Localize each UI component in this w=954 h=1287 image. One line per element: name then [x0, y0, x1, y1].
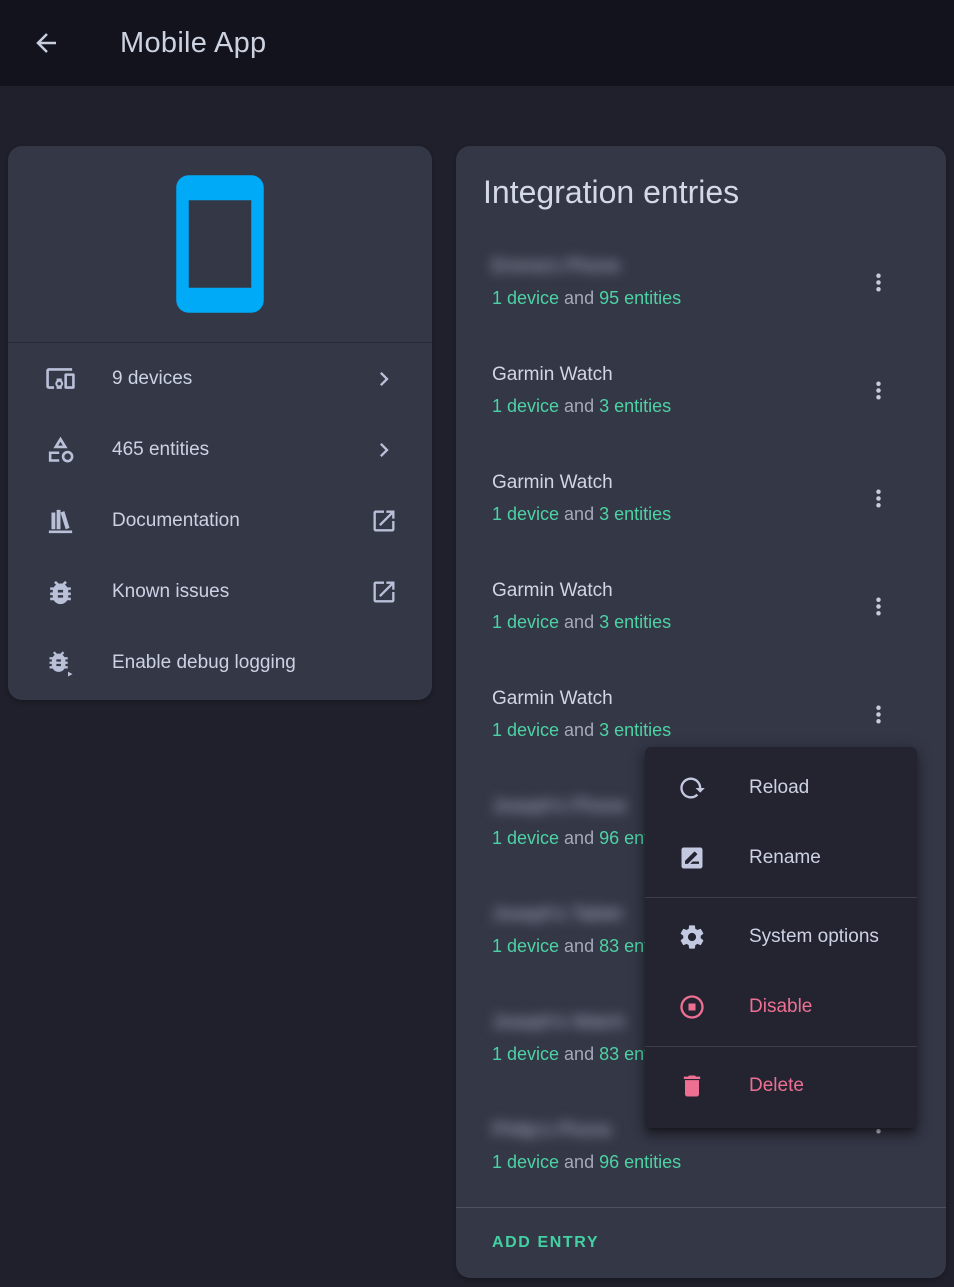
- entry-subtitle-separator: and: [559, 720, 599, 740]
- entry-name: Joseph's Tablet: [492, 902, 622, 928]
- entry-entities-link[interactable]: 96 entities: [599, 1152, 681, 1172]
- entry-subtitle-separator: and: [559, 828, 599, 848]
- entry-devices-link[interactable]: 1 device: [492, 396, 559, 416]
- entry-subtitle-separator: and: [559, 396, 599, 416]
- menu-item-reload[interactable]: Reload: [645, 753, 917, 823]
- info-row-known-issues[interactable]: Known issues: [8, 557, 432, 628]
- menu-item-system-options[interactable]: System options: [645, 902, 917, 972]
- bug-icon: [45, 577, 76, 608]
- menu-item-label: Reload: [749, 777, 809, 799]
- entry-subtitle-separator: and: [559, 504, 599, 524]
- entry-menu-button[interactable]: [858, 586, 898, 626]
- entry-row[interactable]: Emma's Phone 1 device and 95 entities: [456, 228, 946, 336]
- debug-logging-label: Enable debug logging: [112, 652, 398, 674]
- open-in-new-icon: [370, 578, 398, 606]
- entry-menu-button[interactable]: [858, 694, 898, 734]
- entry-entities-link[interactable]: 95 entities: [599, 288, 681, 308]
- menu-item-disable[interactable]: Disable: [645, 972, 917, 1042]
- menu-item-label: Disable: [749, 996, 812, 1018]
- entry-entities-link[interactable]: 3 entities: [599, 720, 671, 740]
- chevron-right-icon: [370, 365, 398, 393]
- shapes-icon: [45, 434, 76, 465]
- delete-icon: [678, 1072, 706, 1100]
- info-row-documentation[interactable]: Documentation: [8, 485, 432, 556]
- entry-name: Emma's Phone: [492, 254, 620, 280]
- info-row-entities[interactable]: 465 entities: [8, 414, 432, 485]
- entry-devices-link[interactable]: 1 device: [492, 288, 559, 308]
- menu-divider: [645, 1046, 917, 1047]
- dots-vertical-icon: [865, 377, 892, 404]
- info-row-devices[interactable]: 9 devices: [8, 343, 432, 414]
- bug-play-icon: [45, 648, 76, 679]
- menu-item-rename[interactable]: Rename: [645, 823, 917, 893]
- info-row-debug-logging[interactable]: Enable debug logging: [8, 628, 432, 699]
- entry-row[interactable]: Garmin Watch 1 device and 3 entities: [456, 336, 946, 444]
- entry-entities-link[interactable]: 3 entities: [599, 504, 671, 524]
- entry-devices-link[interactable]: 1 device: [492, 1044, 559, 1064]
- reload-icon: [678, 774, 706, 802]
- entry-subtitle-separator: and: [559, 1152, 599, 1172]
- cellphone-icon: [145, 169, 295, 319]
- devices-count-label: 9 devices: [112, 368, 370, 390]
- entry-entities-link[interactable]: 3 entities: [599, 396, 671, 416]
- entry-name: Philip's Phone: [492, 1118, 612, 1144]
- stop-circle-icon: [678, 993, 706, 1021]
- info-rows: 9 devices 465 entities Documentation: [8, 343, 432, 699]
- dots-vertical-icon: [865, 593, 892, 620]
- entry-devices-link[interactable]: 1 device: [492, 612, 559, 632]
- app-header: Mobile App: [0, 0, 954, 86]
- rename-box-icon: [678, 844, 706, 872]
- menu-divider: [645, 897, 917, 898]
- dots-vertical-icon: [865, 701, 892, 728]
- entry-devices-link[interactable]: 1 device: [492, 828, 559, 848]
- integration-hero: [8, 146, 432, 343]
- entry-name: Joseph's Phone: [492, 794, 627, 820]
- entry-subtitle-separator: and: [559, 288, 599, 308]
- entry-context-menu: Reload Rename System options Disable Del…: [645, 747, 917, 1128]
- menu-item-label: Rename: [749, 847, 821, 869]
- entry-menu-button[interactable]: [858, 262, 898, 302]
- menu-item-label: System options: [749, 926, 879, 948]
- entry-row[interactable]: Garmin Watch 1 device and 3 entities: [456, 444, 946, 552]
- entities-count-label: 465 entities: [112, 439, 370, 461]
- entry-subtitle-separator: and: [559, 1044, 599, 1064]
- entry-menu-button[interactable]: [858, 478, 898, 518]
- arrow-left-icon: [31, 28, 61, 58]
- menu-item-label: Delete: [749, 1075, 804, 1097]
- known-issues-label: Known issues: [112, 581, 370, 603]
- entry-devices-link[interactable]: 1 device: [492, 936, 559, 956]
- entry-entities-link[interactable]: 3 entities: [599, 612, 671, 632]
- page-title: Mobile App: [120, 27, 267, 60]
- entries-card-title: Integration entries: [456, 146, 946, 228]
- cog-icon: [678, 923, 706, 951]
- entry-devices-link[interactable]: 1 device: [492, 1152, 559, 1172]
- entry-subtitle-separator: and: [559, 612, 599, 632]
- integration-info-card: 9 devices 465 entities Documentation: [8, 146, 432, 700]
- menu-item-delete[interactable]: Delete: [645, 1051, 917, 1121]
- bookshelf-icon: [45, 506, 76, 537]
- add-entry-button[interactable]: ADD ENTRY: [492, 1226, 599, 1260]
- dots-vertical-icon: [865, 485, 892, 512]
- documentation-label: Documentation: [112, 510, 370, 532]
- entry-subtitle-separator: and: [559, 936, 599, 956]
- entry-devices-link[interactable]: 1 device: [492, 504, 559, 524]
- add-entry-row: ADD ENTRY: [456, 1207, 946, 1278]
- chevron-right-icon: [370, 436, 398, 464]
- entry-row[interactable]: Garmin Watch 1 device and 3 entities: [456, 552, 946, 660]
- entry-devices-link[interactable]: 1 device: [492, 720, 559, 740]
- devices-icon: [45, 363, 76, 394]
- back-button[interactable]: [22, 19, 70, 67]
- entry-name: Joseph's Watch: [492, 1010, 625, 1036]
- dots-vertical-icon: [865, 269, 892, 296]
- entry-subtitle: 1 device and 96 entities: [492, 1150, 946, 1174]
- entry-menu-button[interactable]: [858, 370, 898, 410]
- open-in-new-icon: [370, 507, 398, 535]
